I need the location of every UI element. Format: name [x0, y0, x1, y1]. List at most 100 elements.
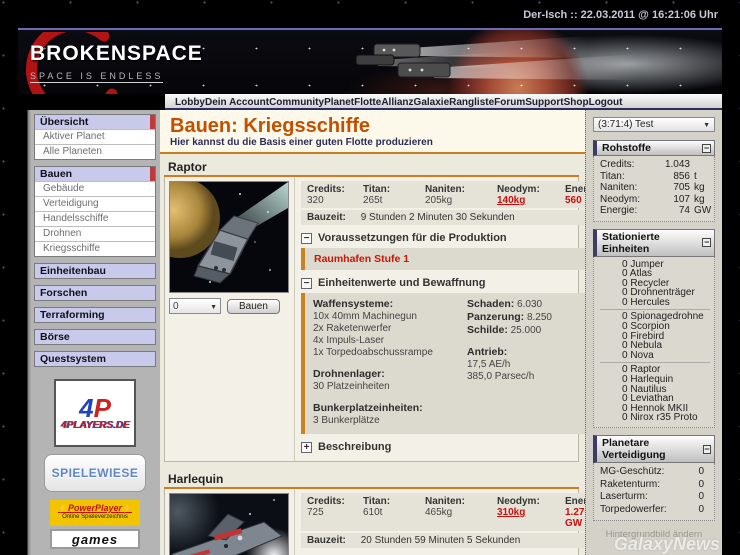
- menu-section-terraforming: Terraforming: [34, 307, 156, 323]
- ship-name: Harlequin: [164, 470, 579, 489]
- nav-item[interactable]: Community: [269, 97, 324, 108]
- right-sidebar: (3:71:4) Test Rohstoffe Credits: 1.043 T…: [585, 110, 722, 555]
- banner-powerplayer[interactable]: ⚡PowerPlayer⚡ Online Spieleverzeichnis: [50, 500, 140, 526]
- cost-cell: Energie: 1.270 GW: [565, 496, 585, 529]
- sidebar-item-einheitenbau[interactable]: Einheitenbau: [35, 264, 155, 278]
- lightning-icon: ⚡: [58, 504, 68, 513]
- weapon-entry: 10x 40mm Machinegun: [313, 311, 417, 322]
- sidebar-item-terraforming[interactable]: Terraforming: [35, 308, 155, 322]
- resource-row: Neodym: 107 kg: [600, 193, 705, 205]
- menu-section-einheitenbau: Einheitenbau: [34, 263, 156, 279]
- logo[interactable]: BROKENSPACE SPACE IS ENDLESS: [26, 32, 250, 94]
- ship-image-raptor: [169, 181, 289, 293]
- bauzeit-value: 20 Stunden 59 Minuten 5 Sekunden: [360, 535, 521, 546]
- main-content: Bauen: Kriegsschiffe Hier kannst du die …: [160, 110, 585, 555]
- nav-item[interactable]: Planet: [324, 97, 354, 108]
- nav-item[interactable]: Logout: [589, 97, 623, 108]
- nav-item[interactable]: Flotte: [354, 97, 381, 108]
- weapon-entry: 2x Raketenwerfer: [313, 323, 392, 334]
- bauzeit-value: 9 Stunden 2 Minuten 30 Sekunden: [360, 212, 515, 223]
- logo-title: BROKENSPACE: [30, 42, 203, 65]
- bunker-value: 3 Bunkerplätze: [313, 415, 380, 426]
- nav-item[interactable]: Shop: [564, 97, 589, 108]
- collapse-icon[interactable]: [702, 238, 711, 247]
- sidebar-item-questsystem[interactable]: Questsystem: [35, 352, 155, 366]
- bauen-button[interactable]: Bauen: [227, 298, 280, 314]
- collapse-header-voraussetzungen[interactable]: Voraussetzungen für die Produktion: [301, 232, 585, 244]
- chevron-down-icon: [210, 301, 217, 312]
- weapon-entry: 1x Torpedoabschussrampe: [313, 347, 433, 358]
- page-title: Bauen: Kriegsschiffe: [170, 115, 371, 137]
- spaceships-illustration: [355, 36, 638, 80]
- sidebar-item-uebersicht[interactable]: Übersicht: [35, 115, 155, 129]
- page-header: Bauen: Kriegsschiffe Hier kannst du die …: [160, 110, 585, 154]
- banner-4players[interactable]: 4P 4PLAYERS.DE: [54, 379, 136, 447]
- nav-item[interactable]: Forum: [494, 97, 525, 108]
- stationed-unit-row: 0 Nirox r35 Proto: [622, 412, 698, 424]
- sidebar-item-forschen[interactable]: Forschen: [35, 286, 155, 300]
- cost-cell: Titan: 265t: [363, 184, 391, 206]
- cost-cell: Titan: 610t: [363, 496, 391, 518]
- menu-section-bauen: Bauen Gebäude Verteidigung Handelsschiff…: [34, 166, 156, 257]
- status-datetime: Der-Isch :: 22.03.2011 @ 16:21:06 Uhr: [523, 9, 718, 21]
- cost-cell: Energie: 560 GW: [565, 184, 585, 206]
- stationed-unit-row: 0 Nebula: [622, 340, 663, 352]
- planet-select-value: (3:71:4) Test: [598, 119, 654, 130]
- menu-section-boerse: Börse: [34, 329, 156, 345]
- sidebar-item-handelsschiffe[interactable]: Handelsschiffe: [35, 211, 155, 226]
- ship-section-harlequin: Harlequin Credits: 725 Titan: 610t Nanit…: [164, 470, 585, 555]
- quantity-select[interactable]: 0: [169, 298, 221, 314]
- collapse-icon[interactable]: [702, 444, 711, 454]
- defense-row: Torpedowerfer: 0: [600, 503, 704, 515]
- logo-tagline: SPACE IS ENDLESS: [30, 71, 164, 83]
- collapse-icon[interactable]: [301, 232, 312, 244]
- panel-stationierte-einheiten: Stationierte Einheiten 0 Jumper0 Atlas0 …: [593, 228, 715, 428]
- antrieb-entry: 385,0 Parsec/h: [467, 371, 535, 382]
- banner-games[interactable]: games: [50, 529, 140, 549]
- collapse-icon[interactable]: [301, 277, 312, 289]
- defense-row: Laserturm: 0: [600, 491, 704, 502]
- nav-item[interactable]: Lobby: [175, 97, 205, 108]
- nav-item[interactable]: Dein Account: [205, 97, 269, 108]
- nav-item[interactable]: Galaxie: [414, 97, 450, 108]
- stationed-unit-row: 0 Hercules: [622, 296, 670, 308]
- banner-spielewiese[interactable]: SPIELEWIESE: [44, 454, 146, 492]
- sidebar-item-kriegsschiffe[interactable]: Kriegsschiffe: [35, 241, 155, 256]
- sidebar-item-drohnen[interactable]: Drohnen: [35, 226, 155, 241]
- sidebar-item-alle-planeten[interactable]: Alle Planeten: [35, 144, 155, 159]
- collapse-header-einheitenwerte[interactable]: Einheitenwerte und Bewaffnung: [301, 277, 585, 289]
- bauzeit-row: Bauzeit: 9 Stunden 2 Minuten 30 Sekunden: [301, 210, 585, 225]
- sidebar-item-bauen[interactable]: Bauen: [35, 167, 155, 181]
- change-background-link[interactable]: Hintergrundbild ändern: [593, 529, 715, 540]
- sidebar-item-gebaeude[interactable]: Gebäude: [35, 181, 155, 196]
- cost-table: Credits: 725 Titan: 610t Naniten: 465kg …: [301, 493, 585, 531]
- expand-icon[interactable]: [301, 441, 312, 453]
- sidebar-item-boerse[interactable]: Börse: [35, 330, 155, 344]
- requirements-box: Raumhafen Stufe 1: [301, 248, 585, 270]
- weapon-entry: 4x Impuls-Laser: [313, 335, 385, 346]
- nav-item[interactable]: Allianz: [381, 97, 413, 108]
- stat-entry: Panzerung: 8.250: [467, 311, 552, 323]
- nav-item[interactable]: Rangliste: [449, 97, 494, 108]
- sidebar-item-aktiver-planet[interactable]: Aktiver Planet: [35, 129, 155, 144]
- defense-row: Raketenturm: 0: [600, 478, 704, 490]
- panel-title: Rohstoffe: [602, 142, 651, 154]
- requirement: Raumhafen Stufe 1: [314, 253, 410, 265]
- nav-item[interactable]: Support: [525, 97, 563, 108]
- header-banner: BROKENSPACE SPACE IS ENDLESS: [18, 30, 722, 94]
- left-sidebar: Übersicht Aktiver Planet Alle Planeten B…: [18, 110, 160, 555]
- cost-table: Credits: 320 Titan: 265t Naniten: 205kg …: [301, 181, 585, 208]
- planet-select[interactable]: (3:71:4) Test: [593, 117, 715, 132]
- collapse-icon[interactable]: [702, 143, 711, 153]
- unit-values-box: Waffensysteme: 10x 40mm Machinegun 2x Rak…: [301, 293, 585, 434]
- weapons-label: Waffensysteme:: [313, 298, 394, 310]
- bauzeit-label: Bauzeit:: [307, 212, 346, 223]
- resource-row: Naniten: 705 kg: [600, 182, 705, 193]
- expand-header-beschreibung[interactable]: Beschreibung: [301, 441, 585, 453]
- menu-section-questsystem: Questsystem: [34, 351, 156, 367]
- sidebar-item-verteidigung[interactable]: Verteidigung: [35, 196, 155, 211]
- ship-image-harlequin: [169, 493, 289, 555]
- resource-row: Titan: 856 t: [600, 170, 697, 182]
- menu-section-forschen: Forschen: [34, 285, 156, 301]
- defense-row: MG-Geschütz: 0: [600, 466, 704, 477]
